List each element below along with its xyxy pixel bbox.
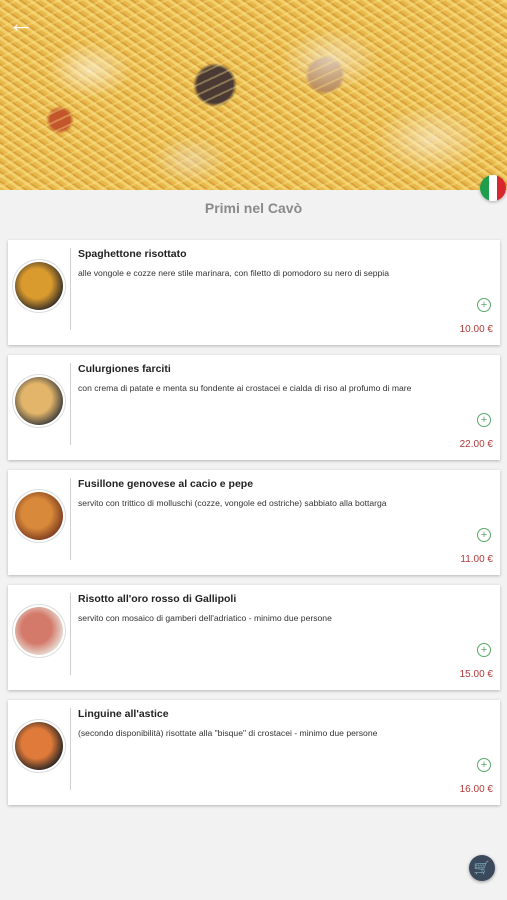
dish-description: alle vongole e cozze nere stile marinara… (78, 268, 389, 278)
add-button[interactable]: + (477, 758, 491, 772)
dish-price: 15.00 € (459, 669, 493, 680)
divider (70, 248, 71, 330)
dish-name: Risotto all'oro rosso di Gallipoli (78, 593, 237, 605)
section-title: Primi nel Cavò (204, 200, 303, 216)
menu-item[interactable]: Risotto all'oro rosso di Gallipoli servi… (8, 585, 500, 690)
dish-price: 22.00 € (459, 439, 493, 450)
dish-thumbnail (15, 722, 63, 770)
dish-thumbnail (15, 492, 63, 540)
menu-item[interactable]: Culurgiones farciti con crema di patate … (8, 355, 500, 460)
menu-item[interactable]: Spaghettone risottato alle vongole e coz… (8, 240, 500, 345)
italy-flag-icon[interactable] (480, 175, 506, 201)
plus-circle-icon: + (480, 298, 488, 311)
plus-circle-icon: + (480, 413, 488, 426)
dish-description: (secondo disponibilità) risottate alla "… (78, 728, 378, 738)
add-button[interactable]: + (477, 413, 491, 427)
dish-price: 16.00 € (459, 784, 493, 795)
add-button[interactable]: + (477, 643, 491, 657)
add-button[interactable]: + (477, 528, 491, 542)
divider (70, 363, 71, 445)
divider (70, 478, 71, 560)
plus-circle-icon: + (480, 528, 488, 541)
back-button[interactable]: ← (6, 8, 36, 38)
add-button[interactable]: + (477, 298, 491, 312)
arrow-left-icon: ← (8, 8, 34, 38)
dish-thumbnail (15, 262, 63, 310)
dish-price: 10.00 € (459, 324, 493, 335)
cart-icon: 🛒 (473, 860, 491, 875)
dish-name: Culurgiones farciti (78, 363, 171, 375)
dish-description: servito con mosaico di gamberi dell'adri… (78, 613, 332, 623)
plus-circle-icon: + (480, 643, 488, 656)
menu-item[interactable]: Fusillone genovese al cacio e pepe servi… (8, 470, 500, 575)
cart-button[interactable]: 🛒 (469, 855, 495, 881)
menu-list: Spaghettone risottato alle vongole e coz… (8, 240, 500, 815)
dish-name: Spaghettone risottato (78, 248, 187, 260)
dish-description: con crema di patate e menta su fondente … (78, 383, 412, 393)
dish-name: Linguine all'astice (78, 708, 169, 720)
plus-circle-icon: + (480, 758, 488, 771)
dish-thumbnail (15, 377, 63, 425)
dish-price: 11.00 € (460, 554, 493, 565)
dish-name: Fusillone genovese al cacio e pepe (78, 478, 254, 490)
dish-description: servito con trittico di molluschi (cozze… (78, 498, 387, 508)
divider (70, 708, 71, 790)
dish-thumbnail (15, 607, 63, 655)
menu-item[interactable]: Linguine all'astice (secondo disponibili… (8, 700, 500, 805)
divider (70, 593, 71, 675)
hero-image (0, 0, 507, 190)
